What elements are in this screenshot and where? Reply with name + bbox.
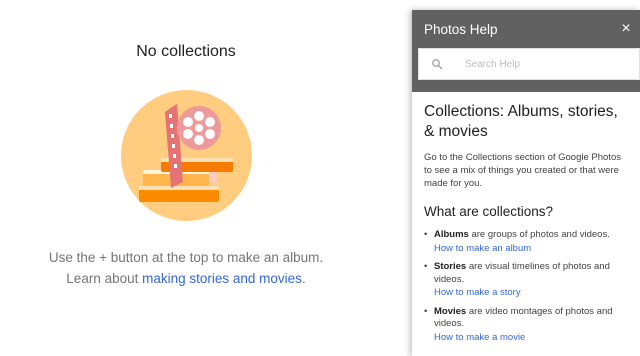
collections-list: Albums are groups of photos and videos. … (424, 229, 630, 344)
help-article: Collections: Albums, stories, & movies G… (412, 98, 640, 350)
help-header: Photos Help × (412, 10, 640, 48)
search-icon[interactable] (429, 56, 445, 72)
article-intro: Go to the Collections section of Google … (424, 152, 621, 189)
learn-about-text: Learn about (66, 271, 143, 286)
collections-illustration (121, 90, 252, 221)
list-item-description: are groups of photos and videos. (468, 229, 610, 240)
help-panel-title: Photos Help (424, 21, 498, 37)
learn-about-period: . (301, 271, 306, 286)
how-to-make-story-link[interactable]: How to make a story (434, 287, 630, 300)
how-to-make-album-link[interactable]: How to make an album (434, 243, 630, 256)
list-item: Stories are visual timelines of photos a… (424, 261, 630, 300)
list-item: Albums are groups of photos and videos. … (424, 229, 630, 255)
list-item-term: Albums (434, 229, 469, 240)
list-item-term: Movies (434, 305, 467, 317)
making-stories-and-movies-link[interactable]: making stories and movies (142, 271, 302, 286)
empty-state: No collections Use the + button at the t… (0, 0, 412, 356)
empty-state-title: No collections (136, 43, 236, 60)
help-search-box[interactable] (418, 48, 640, 80)
empty-state-hint: Use the + button at the top to make an a… (48, 250, 324, 265)
help-search-bar (412, 48, 640, 92)
help-panel: Photos Help × Collections: Albums, stori… (412, 10, 640, 356)
article-title: Collections: Albums, stories, & movies (424, 103, 618, 140)
close-icon[interactable]: × (618, 20, 634, 38)
how-to-make-movie-link[interactable]: How to make a movie (434, 332, 630, 345)
empty-state-learn-more: Learn about making stories and movies. (0, 271, 372, 286)
list-item: Movies are video montages of photos and … (424, 306, 630, 345)
list-item-term: Stories (434, 261, 467, 272)
section-heading: What are collections? (424, 204, 554, 219)
help-search-input[interactable] (465, 58, 625, 70)
